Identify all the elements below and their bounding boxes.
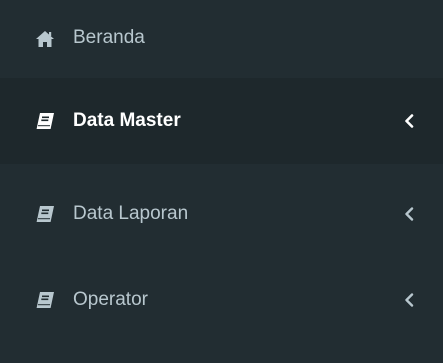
- home-icon: [35, 29, 55, 49]
- chevron-left-icon[interactable]: [403, 292, 415, 308]
- chevron-left-icon[interactable]: [403, 113, 415, 129]
- sidebar-item-data-master[interactable]: Data Master: [0, 78, 443, 164]
- book-icon: [35, 111, 55, 131]
- sidebar-menu: Beranda Data Master Data Laporan Operato…: [0, 0, 443, 363]
- sidebar-item-label: Data Laporan: [73, 203, 189, 224]
- sidebar-item-beranda[interactable]: Beranda: [0, 0, 443, 78]
- book-icon: [35, 204, 55, 224]
- sidebar-item-label: Beranda: [73, 27, 145, 48]
- chevron-left-icon[interactable]: [403, 206, 415, 222]
- sidebar-item-label: Data Master: [73, 110, 181, 131]
- sidebar-item-label: Operator: [73, 289, 148, 310]
- sidebar-item-data-laporan[interactable]: Data Laporan: [0, 171, 443, 257]
- sidebar-item-operator[interactable]: Operator: [0, 257, 443, 343]
- book-icon: [35, 290, 55, 310]
